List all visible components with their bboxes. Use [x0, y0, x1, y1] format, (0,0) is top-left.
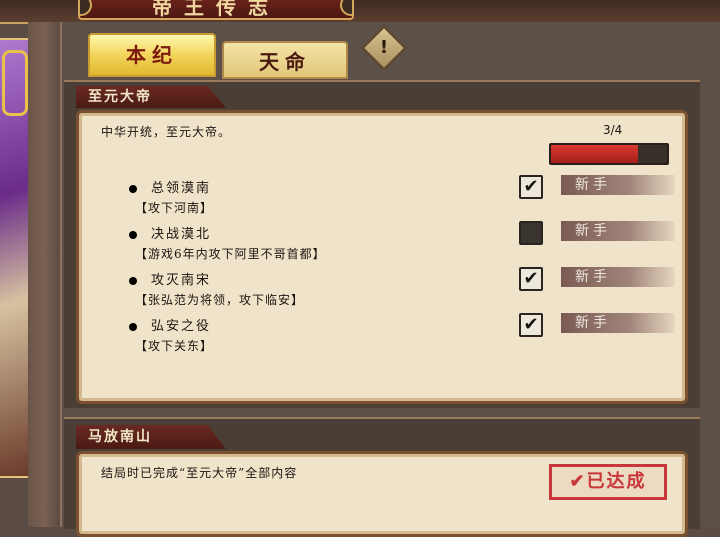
bullet-icon — [129, 230, 137, 239]
difficulty-badge: 新手 — [561, 221, 675, 241]
task-checkbox[interactable]: ✔ — [519, 313, 543, 337]
task-requirement: 【攻下关东】 — [135, 339, 214, 353]
task-checkbox[interactable]: ✔ — [519, 175, 543, 199]
difficulty-badge: 新手 — [561, 267, 675, 287]
exclamation-icon: ! — [379, 37, 389, 58]
task-checkbox[interactable]: ✔ — [519, 267, 543, 291]
bullet-icon — [129, 184, 137, 193]
progress-fill — [551, 145, 638, 163]
progress-text: 3/4 — [603, 123, 623, 137]
task-title-text: 总领漠南 — [151, 181, 212, 196]
ending-description: 结局时已完成“至元大帝”全部内容 — [101, 466, 298, 480]
task-title: 总领漠南 — [129, 177, 211, 196]
section-title: 马放南山 — [76, 425, 226, 449]
tab-tianming[interactable]: 天命 — [222, 41, 348, 79]
task-title-text: 攻灭南宋 — [151, 273, 212, 288]
achieved-stamp: ✔已达成 — [549, 464, 667, 500]
task-item: 决战漠北 【游戏6年内攻下阿里不哥首都】 新手 — [129, 221, 675, 263]
tab-benji[interactable]: 本纪 — [88, 33, 216, 77]
task-title-text: 弘安之役 — [151, 319, 212, 334]
page-title: 帝王传志 — [78, 0, 354, 20]
bullet-icon — [129, 276, 137, 285]
task-checkbox[interactable] — [519, 221, 543, 245]
bullet-icon — [129, 322, 137, 331]
dynasty-content: 中华开统，至元大帝。 3/4 总领漠南 【攻下河南】 ✔ 新手 决战漠北 【游戏… — [76, 110, 688, 404]
ending-section: 马放南山 结局时已完成“至元大帝”全部内容 ✔已达成 — [64, 417, 700, 537]
character-portrait — [0, 38, 30, 478]
task-title: 攻灭南宋 — [129, 269, 211, 288]
task-item: 攻灭南宋 【张弘范为将领，攻下临安】 ✔ 新手 — [129, 267, 675, 309]
panel-divider — [28, 22, 60, 527]
difficulty-badge: 新手 — [561, 313, 675, 333]
task-title: 决战漠北 — [129, 223, 211, 242]
task-requirement: 【游戏6年内攻下阿里不哥首都】 — [135, 247, 326, 261]
dynasty-section: 至元大帝 中华开统，至元大帝。 3/4 总领漠南 【攻下河南】 ✔ 新手 决战漠… — [64, 80, 700, 408]
task-requirement: 【攻下河南】 — [135, 201, 214, 215]
ending-content: 结局时已完成“至元大帝”全部内容 ✔已达成 — [76, 451, 688, 537]
section-title: 至元大帝 — [76, 86, 226, 108]
section-description: 中华开统，至元大帝。 — [101, 125, 232, 139]
task-item: 弘安之役 【攻下关东】 ✔ 新手 — [129, 313, 675, 355]
task-title: 弘安之役 — [129, 315, 211, 334]
task-title-text: 决战漠北 — [151, 227, 212, 242]
task-item: 总领漠南 【攻下河南】 ✔ 新手 — [129, 175, 675, 217]
progress-bar — [549, 143, 669, 165]
task-requirement: 【张弘范为将领，攻下临安】 — [135, 293, 305, 307]
difficulty-badge: 新手 — [561, 175, 675, 195]
